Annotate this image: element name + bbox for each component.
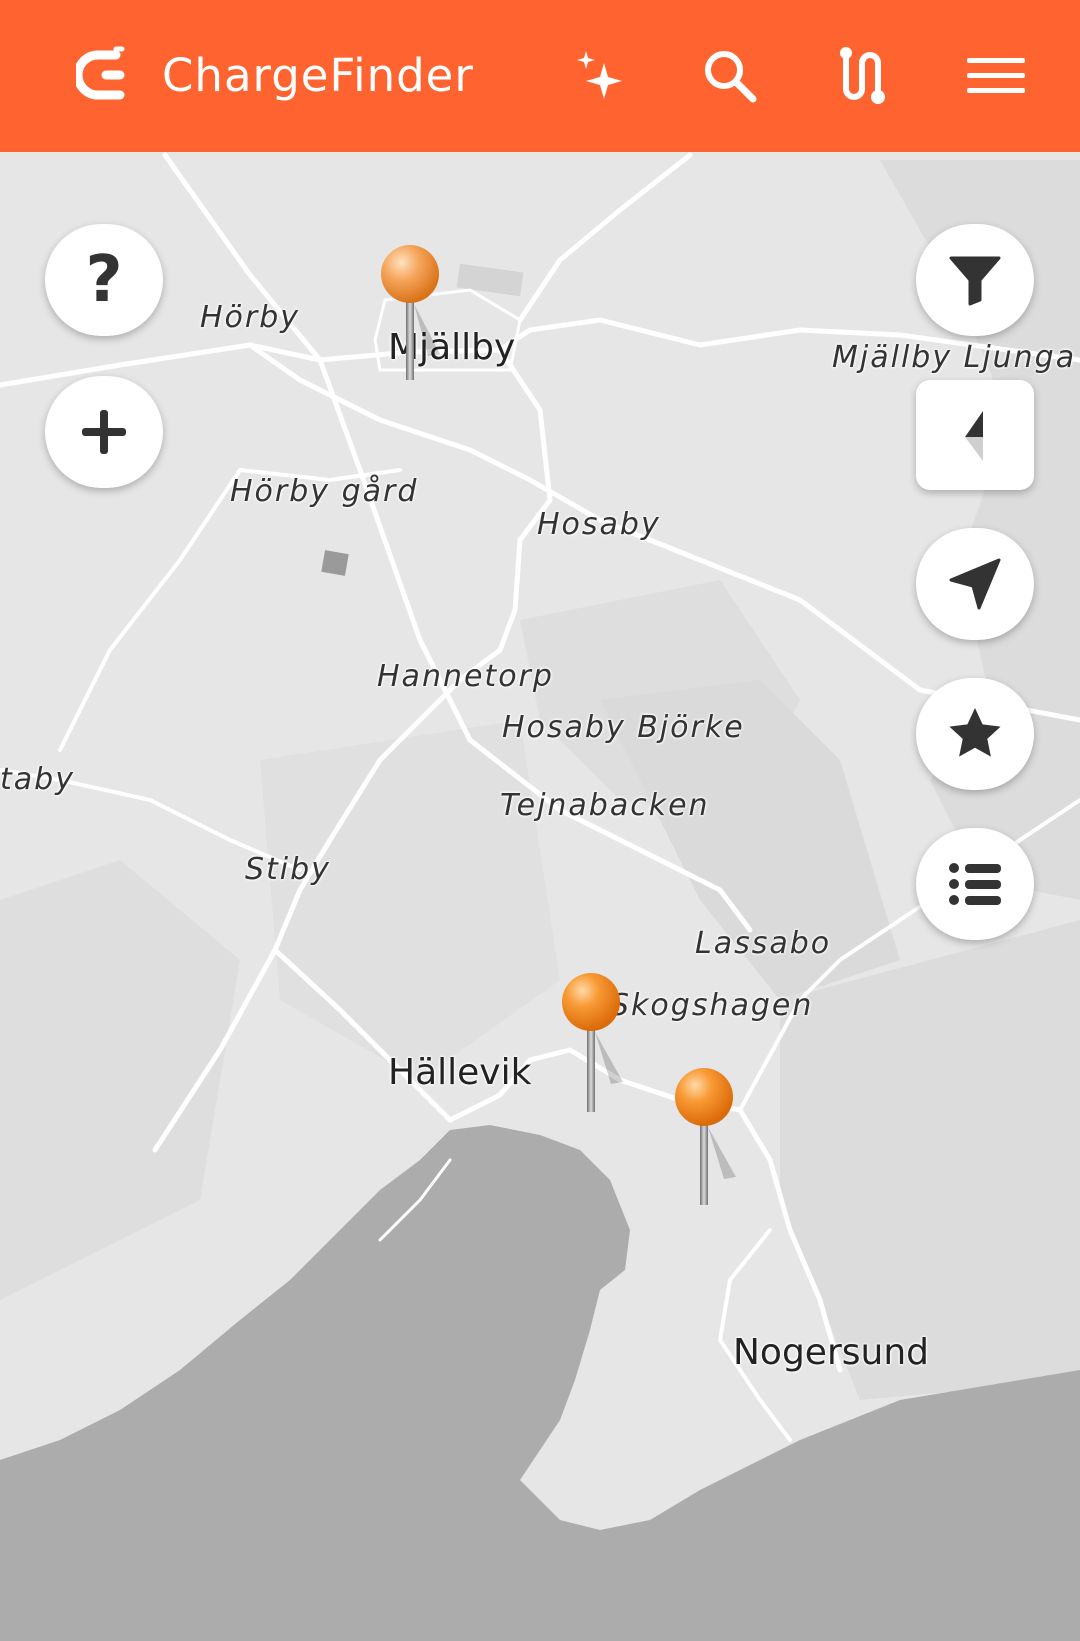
charging-station-pin[interactable] bbox=[664, 1067, 744, 1217]
filter-icon bbox=[949, 256, 1001, 306]
help-button[interactable]: ? bbox=[45, 224, 163, 336]
brand[interactable]: ChargeFinder bbox=[76, 40, 474, 110]
app-header: ChargeFinder bbox=[0, 0, 1080, 152]
place-label: Hörby bbox=[200, 300, 301, 335]
my-location-button[interactable] bbox=[916, 528, 1034, 640]
chargefinder-logo-icon bbox=[76, 46, 125, 100]
filter-button[interactable] bbox=[916, 224, 1034, 336]
map-view[interactable]: Hörby Mjällby Mjällby Ljunga Hörby gård … bbox=[0, 152, 1080, 1641]
menu-button[interactable] bbox=[962, 42, 1030, 110]
list-view-button[interactable] bbox=[916, 828, 1034, 940]
search-button[interactable] bbox=[696, 42, 764, 110]
place-label: Hosaby Björke bbox=[502, 710, 745, 745]
route-icon bbox=[840, 47, 885, 104]
place-label: Mjällby Ljunga bbox=[832, 340, 1077, 375]
place-label: Skogshagen bbox=[610, 988, 814, 1023]
place-label: Lassabo bbox=[695, 926, 832, 961]
favorites-button[interactable] bbox=[916, 678, 1034, 790]
charging-station-pin[interactable] bbox=[370, 244, 450, 394]
help-icon: ? bbox=[85, 243, 123, 317]
star-icon bbox=[949, 708, 1001, 757]
brand-name: ChargeFinder bbox=[162, 48, 474, 102]
place-label: Tejnabacken bbox=[500, 788, 710, 823]
place-label: Hannetorp bbox=[377, 659, 554, 694]
town-label: Hällevik bbox=[388, 1052, 532, 1093]
charging-station-pin[interactable] bbox=[551, 972, 631, 1122]
list-icon bbox=[949, 863, 1001, 905]
menu-icon bbox=[967, 58, 1025, 93]
place-label: Hörby gård bbox=[230, 474, 419, 509]
zoom-in-icon bbox=[82, 410, 126, 454]
search-icon bbox=[705, 51, 757, 103]
compass-button[interactable] bbox=[916, 380, 1034, 490]
compass-icon bbox=[965, 411, 983, 461]
ai-assist-button[interactable] bbox=[567, 42, 635, 110]
navigation-arrow-icon bbox=[949, 558, 1001, 610]
town-label: Nogersund bbox=[733, 1332, 929, 1373]
place-label: Stiby bbox=[245, 852, 331, 887]
route-planner-button[interactable] bbox=[829, 42, 897, 110]
place-label: taby bbox=[0, 762, 75, 797]
zoom-in-button[interactable] bbox=[45, 376, 163, 488]
sparkles-icon bbox=[577, 51, 622, 99]
place-label: Hosaby bbox=[537, 507, 661, 542]
